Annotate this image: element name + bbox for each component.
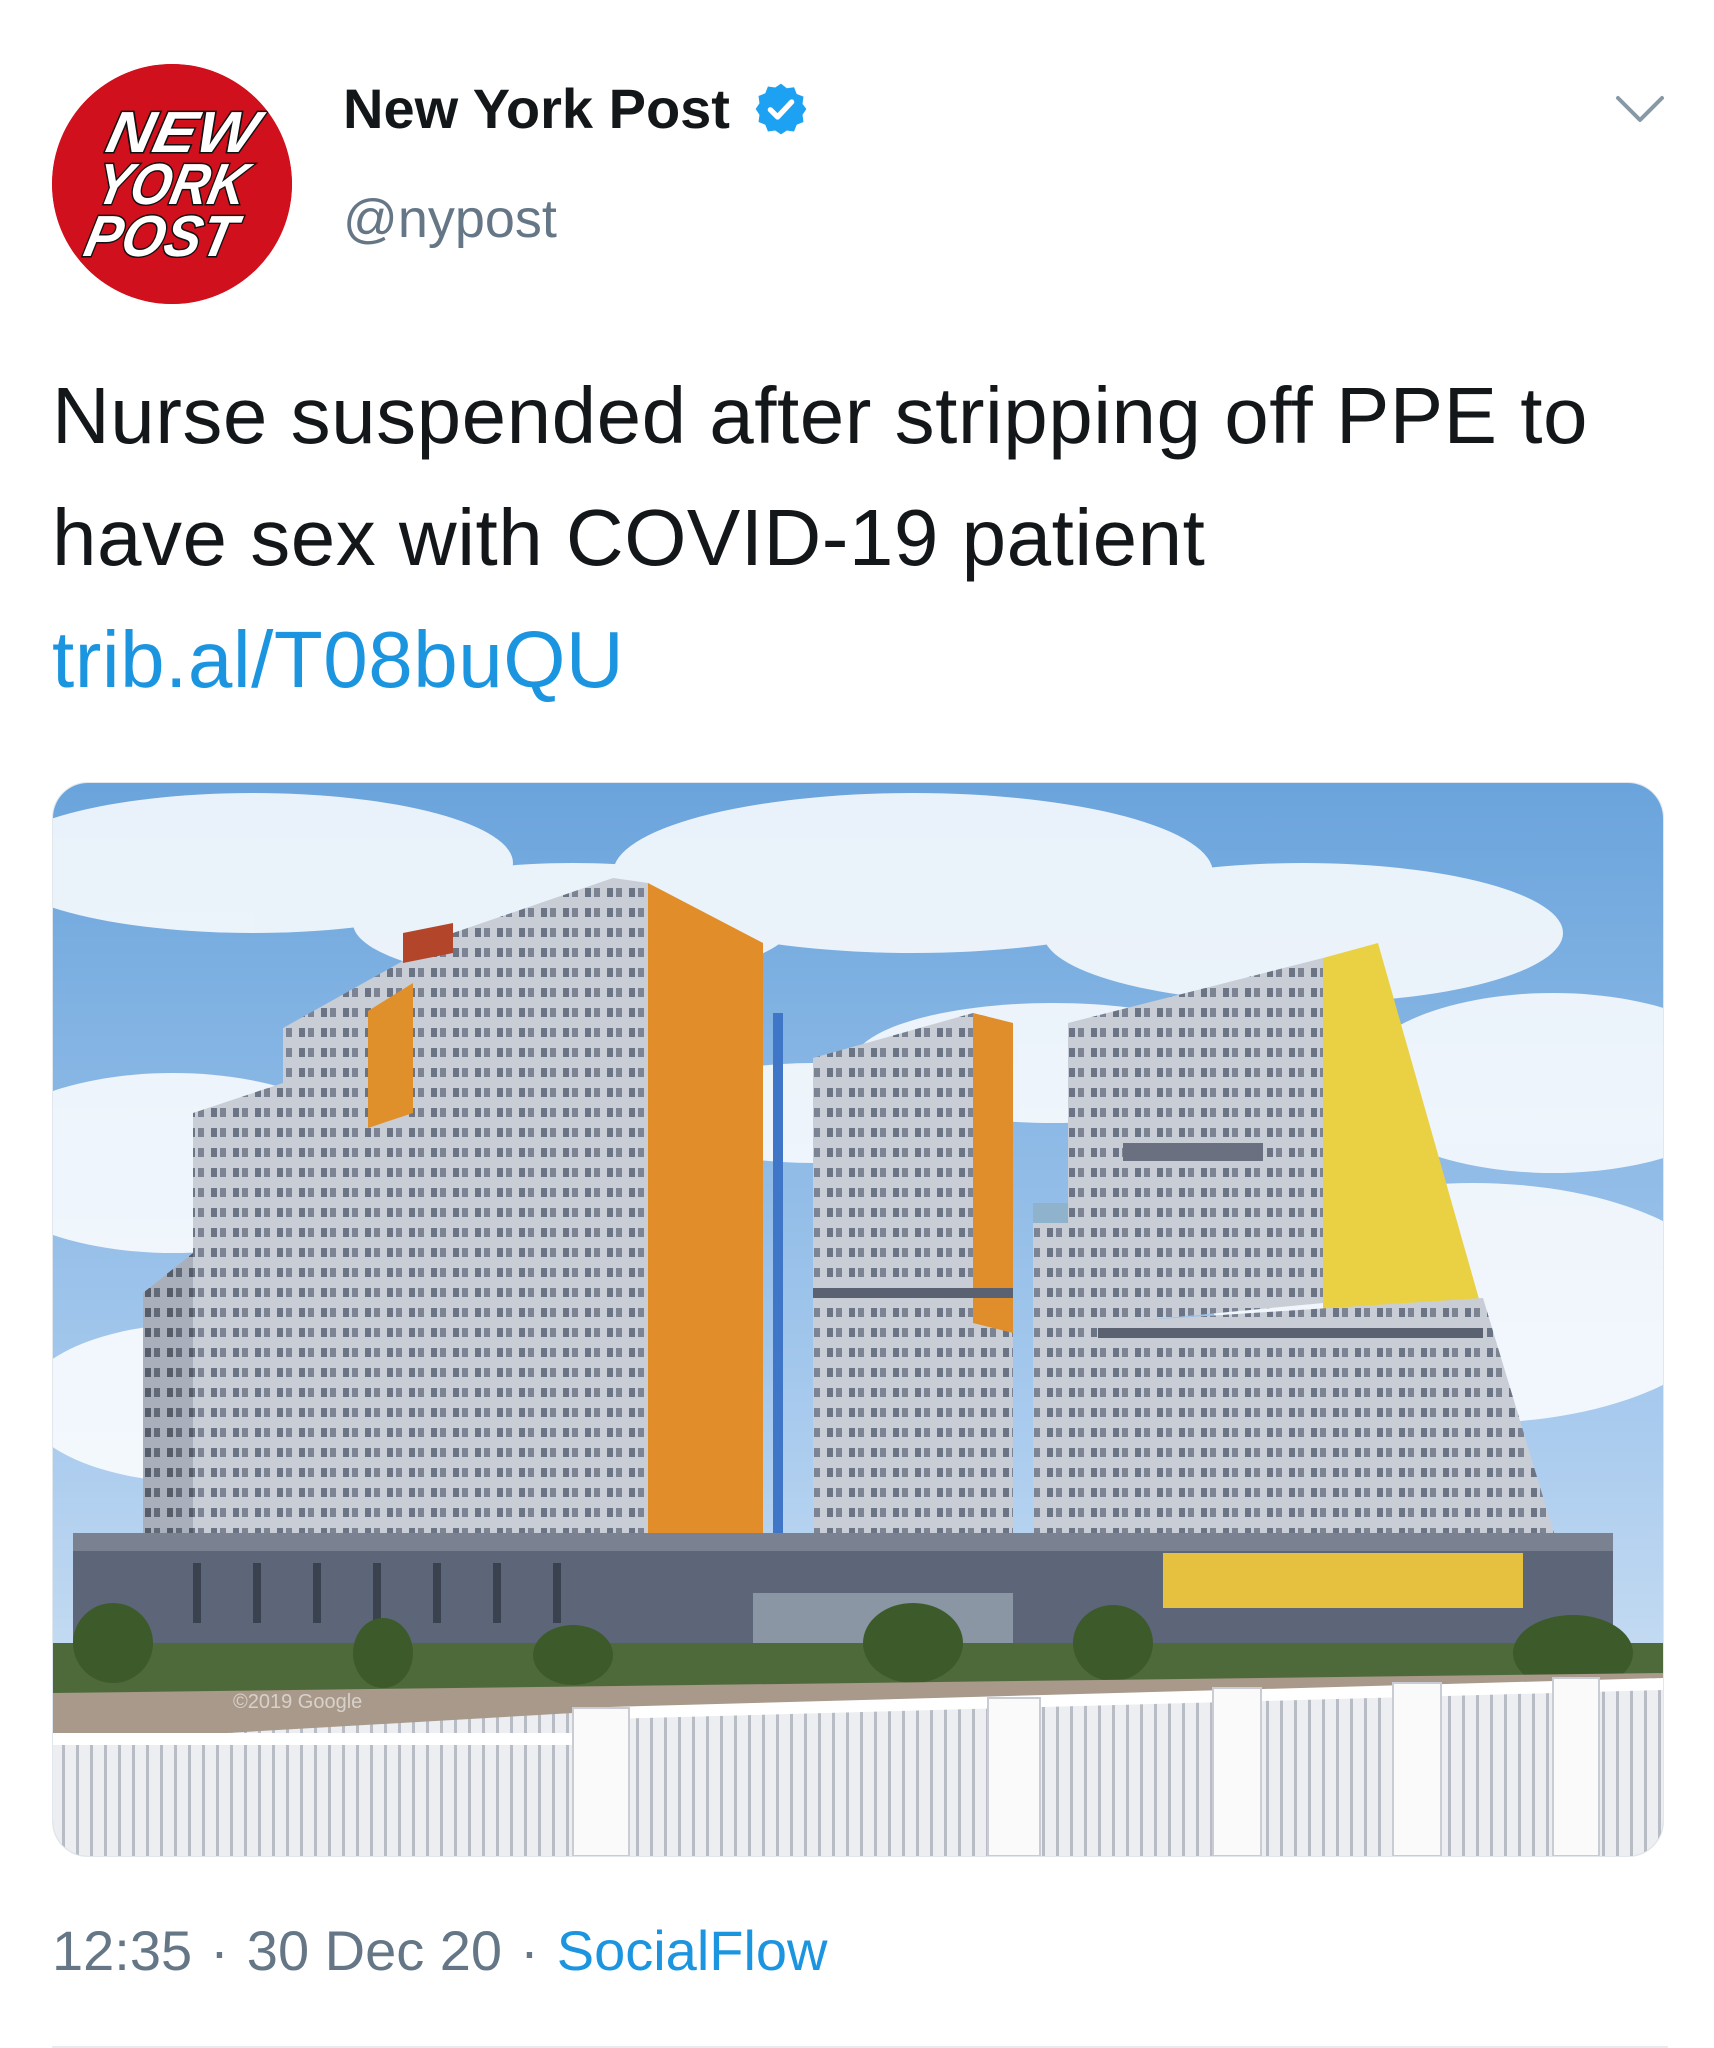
tweet-meta: 12:35 · 30 Dec 20 · SocialFlow: [52, 1918, 828, 1983]
tweet-time[interactable]: 12:35: [52, 1918, 192, 1983]
tweet-media-image[interactable]: ©2019 Google: [52, 782, 1664, 1857]
tweet-text: Nurse suspended after stripping off PPE …: [52, 355, 1652, 721]
meta-separator: ·: [210, 1919, 229, 1982]
avatar[interactable]: NEW YORK POST: [52, 64, 292, 304]
tweet-body: Nurse suspended after stripping off PPE …: [52, 371, 1588, 582]
display-name[interactable]: New York Post: [343, 76, 730, 141]
media-watermark: ©2019 Google: [233, 1691, 362, 1713]
new-york-post-logo: NEW YORK POST: [52, 64, 292, 304]
tweet-link[interactable]: trib.al/T08buQU: [52, 615, 624, 704]
tweet-source-link[interactable]: SocialFlow: [557, 1918, 828, 1983]
verified-badge-icon: [755, 83, 807, 134]
account-handle[interactable]: @nypost: [343, 188, 557, 250]
account-name-row[interactable]: New York Post: [343, 76, 810, 141]
building-photo: ©2019 Google: [53, 783, 1663, 1856]
meta-separator: ·: [520, 1919, 539, 1982]
tweet-date[interactable]: 30 Dec 20: [247, 1918, 502, 1983]
chevron-down-icon[interactable]: [1612, 92, 1668, 128]
svg-text:POST: POST: [79, 205, 247, 269]
